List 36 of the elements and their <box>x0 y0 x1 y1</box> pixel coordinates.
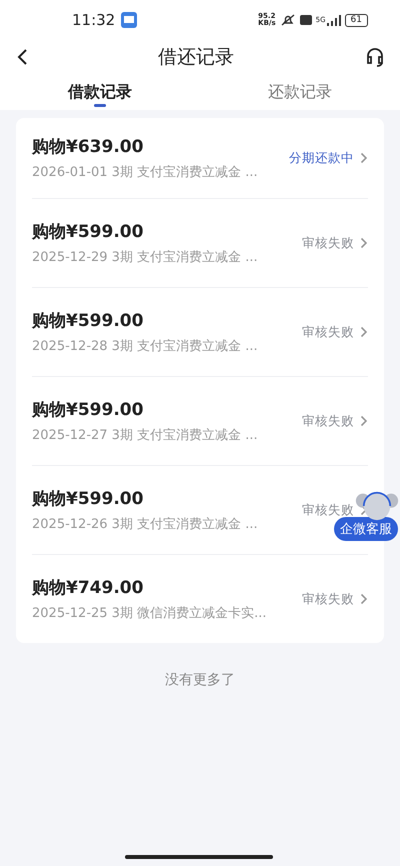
record-title[interactable]: 购物¥639.00 <box>32 135 144 158</box>
record-title[interactable]: 购物¥599.00 <box>32 487 144 510</box>
record-status: 审核失败 <box>302 412 354 430</box>
tab[interactable]: 还款记录 <box>200 74 400 110</box>
record-detail: 2026-01-01 3期 支付宝消费立减金 ... <box>32 164 258 181</box>
page-title: 借还记录 <box>158 45 234 70</box>
record-status: 审核失败 <box>302 590 354 608</box>
record-title[interactable]: 购物¥599.00 <box>32 309 144 332</box>
record-title[interactable]: 购物¥749.00 <box>32 576 144 599</box>
record-detail: 2025-12-26 3期 支付宝消费立减金 ... <box>32 516 258 533</box>
chevron-icon[interactable] <box>360 237 368 249</box>
battery-level: 61 <box>344 14 368 26</box>
record-detail: 2025-12-25 3期 微信消费立减金卡实... <box>32 605 266 622</box>
status-time: 11:32 <box>72 11 116 29</box>
headset-icon[interactable] <box>364 46 386 68</box>
chevron-icon[interactable] <box>360 152 368 164</box>
tab[interactable]: 借款记录 <box>0 74 200 110</box>
koala-mascot-icon[interactable] <box>355 489 399 523</box>
end-of-list-text: 没有更多了 <box>165 671 235 689</box>
record-title[interactable]: 购物¥599.00 <box>32 220 144 243</box>
record-status: 审核失败 <box>302 234 354 252</box>
record-detail: 2025-12-28 3期 支付宝消费立减金 ... <box>32 338 258 355</box>
signal-icon <box>326 14 341 26</box>
back-icon[interactable] <box>16 48 28 66</box>
mute-icon <box>280 14 296 26</box>
record-status: 审核失败 <box>302 502 354 518</box>
chevron-icon[interactable] <box>360 415 368 427</box>
record-title[interactable]: 购物¥599.00 <box>32 398 144 421</box>
chevron-icon[interactable] <box>360 326 368 338</box>
chevron-icon[interactable] <box>360 593 368 605</box>
record-detail: 2025-12-27 3期 支付宝消费立减金 ... <box>32 427 258 444</box>
record-detail: 2025-12-29 3期 支付宝消费立减金 ... <box>32 249 258 266</box>
app-notification-icon <box>121 12 138 28</box>
record-status: 审核失败 <box>302 324 354 340</box>
support-button[interactable]: 企微客服 <box>334 517 398 541</box>
record-status: 分期还款中 <box>289 150 354 166</box>
